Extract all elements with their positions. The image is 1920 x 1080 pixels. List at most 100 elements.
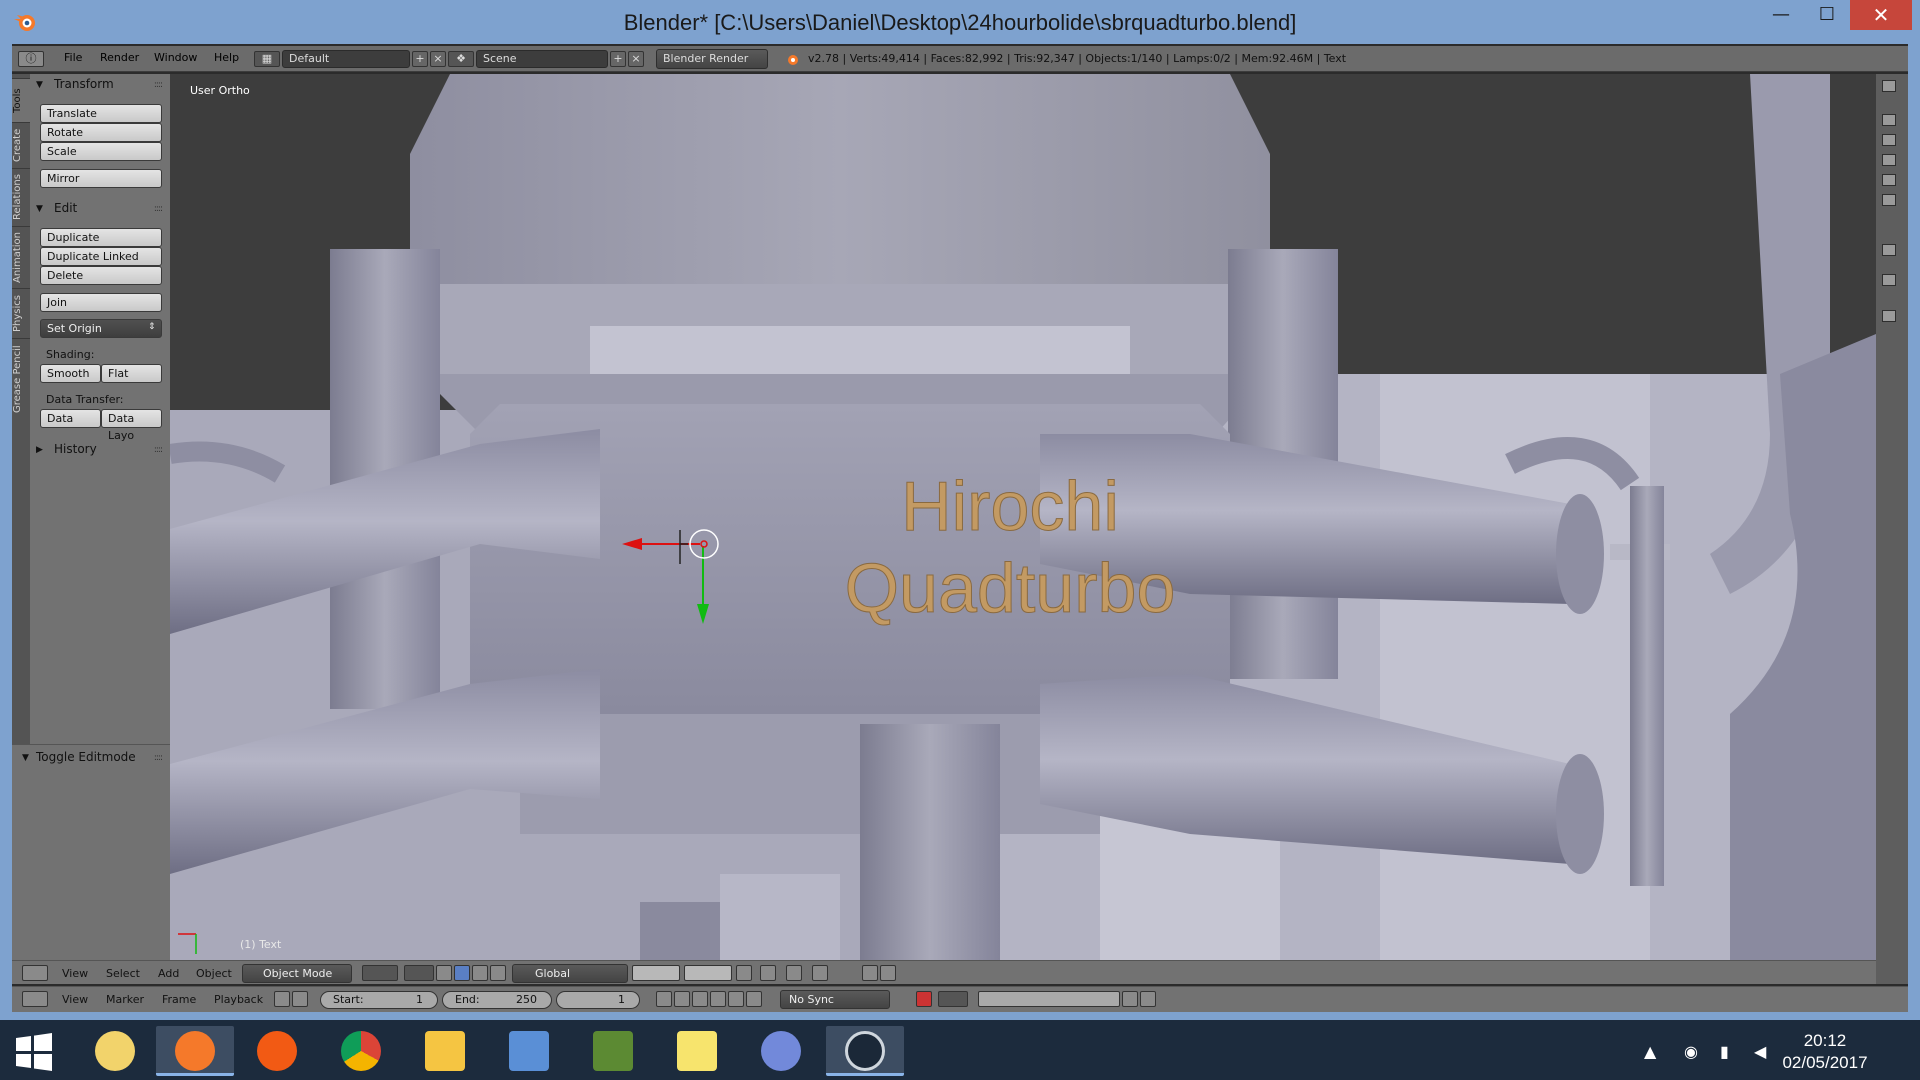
mesh-icon[interactable] (1882, 174, 1896, 186)
rotate-manipulator-icon[interactable] (472, 965, 488, 981)
tray-network-icon[interactable]: ▮ (1720, 1042, 1729, 1061)
lamp-icon[interactable] (1882, 154, 1896, 166)
taskbar-origin[interactable] (238, 1026, 316, 1076)
scene-icon[interactable]: ❖ (448, 51, 474, 67)
tab-physics[interactable]: Physics (12, 288, 30, 338)
taskbar-sticky-notes[interactable] (658, 1026, 736, 1076)
manipulator-toggle-icon[interactable] (436, 965, 452, 981)
history-panel-title[interactable]: History (54, 442, 97, 456)
rotate-button[interactable]: Rotate (40, 123, 162, 142)
clock[interactable]: 20:12 02/05/2017 (1770, 1030, 1880, 1074)
transform-panel-title[interactable]: Transform (54, 77, 114, 91)
menu-render[interactable]: Render (100, 51, 139, 64)
snap-icon[interactable] (786, 965, 802, 981)
tab-create[interactable]: Create (12, 122, 30, 168)
tab-grease-pencil[interactable]: Grease Pencil (12, 338, 30, 420)
layout-remove-icon[interactable]: × (430, 51, 446, 67)
keying-set-icon[interactable] (938, 991, 968, 1007)
render-icon[interactable] (862, 965, 878, 981)
scene-add-icon[interactable]: + (610, 51, 626, 67)
start-frame-field[interactable]: Start: 1 (320, 991, 438, 1009)
outliner-icon[interactable] (1882, 80, 1896, 92)
timeline-menu-frame[interactable]: Frame (162, 993, 196, 1006)
current-frame-field[interactable]: 1 (556, 991, 640, 1009)
play-icon[interactable] (710, 991, 726, 1007)
panel-grip-icon[interactable]: :::: (154, 753, 163, 763)
jump-keyframe-back-icon[interactable] (674, 991, 690, 1007)
tab-animation[interactable]: Animation (12, 226, 30, 288)
camera-icon[interactable] (1882, 134, 1896, 146)
taskbar-blender[interactable] (156, 1026, 234, 1076)
delete-button[interactable]: Delete (40, 266, 162, 285)
lock-range-icon[interactable] (292, 991, 308, 1007)
timeline-menu-playback[interactable]: Playback (214, 993, 263, 1006)
scale-manipulator-icon[interactable] (490, 965, 506, 981)
end-frame-field[interactable]: End: 250 (442, 991, 552, 1009)
taskbar-chrome[interactable] (322, 1026, 400, 1076)
keying-set-field[interactable] (978, 991, 1120, 1007)
tab-relations[interactable]: Relations (12, 168, 30, 226)
history-expand-icon[interactable]: ▶ (36, 445, 43, 455)
taskbar-app[interactable] (490, 1026, 568, 1076)
panel-grip-icon[interactable]: :::: (154, 204, 163, 214)
data-button[interactable]: Data (40, 409, 101, 428)
smooth-button[interactable]: Smooth (40, 364, 101, 383)
editor-type-info-button[interactable]: ⓘ (18, 51, 44, 67)
edit-collapse-icon[interactable]: ▼ (36, 204, 43, 214)
object-icon[interactable] (1882, 194, 1896, 206)
jump-end-icon[interactable] (746, 991, 762, 1007)
snap-element-icon[interactable] (812, 965, 828, 981)
pivot-icon[interactable] (404, 965, 434, 981)
maximize-button[interactable]: ☐ (1804, 0, 1850, 30)
taskbar-steam[interactable] (826, 1026, 904, 1076)
layers-grid-2[interactable] (684, 965, 732, 981)
proportional-edit-icon[interactable] (760, 965, 776, 981)
jump-keyframe-forward-icon[interactable] (728, 991, 744, 1007)
duplicate-linked-button[interactable]: Duplicate Linked (40, 247, 162, 266)
preview-range-icon[interactable] (274, 991, 290, 1007)
scene-field[interactable]: Scene (476, 50, 608, 68)
windows-start-icon[interactable] (14, 1032, 54, 1072)
tab-tools[interactable]: Tools (12, 78, 30, 122)
layout-icon[interactable]: ▦ (254, 51, 280, 67)
timeline-menu-view[interactable]: View (62, 993, 88, 1006)
sync-dropdown[interactable]: No Sync (780, 990, 890, 1009)
insert-keyframe-icon[interactable] (1122, 991, 1138, 1007)
layout-add-icon[interactable]: + (412, 51, 428, 67)
taskbar-discord[interactable] (742, 1026, 820, 1076)
delete-keyframe-icon[interactable] (1140, 991, 1156, 1007)
menu-window[interactable]: Window (154, 51, 197, 64)
editor-type-timeline-icon[interactable] (22, 991, 48, 1007)
transform-collapse-icon[interactable]: ▼ (36, 80, 43, 90)
mode-dropdown[interactable]: Object Mode (242, 964, 352, 983)
menu-object[interactable]: Object (196, 967, 232, 980)
shading-mode-icon[interactable] (362, 965, 398, 981)
scroll-arrows-icon[interactable] (1882, 310, 1896, 322)
data-layout-button[interactable]: Data Layo (101, 409, 162, 442)
orientation-dropdown[interactable]: Global (512, 964, 628, 983)
edit-panel-title[interactable]: Edit (54, 201, 77, 215)
tray-overflow-icon[interactable]: ▲ (1644, 1042, 1656, 1061)
render-animation-icon[interactable] (880, 965, 896, 981)
set-origin-dropdown[interactable]: Set Origin (40, 319, 162, 338)
toggle-editmode-collapse-icon[interactable]: ▼ (22, 753, 29, 763)
menu-view[interactable]: View (62, 967, 88, 980)
layout-field[interactable]: Default (282, 50, 410, 68)
render-layer-icon[interactable] (1882, 114, 1896, 126)
taskbar-file-explorer[interactable] (406, 1026, 484, 1076)
record-icon[interactable] (916, 991, 932, 1007)
duplicate-button[interactable]: Duplicate (40, 228, 162, 247)
layers-grid-1[interactable] (632, 965, 680, 981)
taskbar-minecraft[interactable] (574, 1026, 652, 1076)
taskbar-fallout-shelter[interactable] (76, 1026, 154, 1076)
panel-grip-icon[interactable]: :::: (154, 80, 163, 90)
timeline-menu-marker[interactable]: Marker (106, 993, 144, 1006)
scene-remove-icon[interactable]: × (628, 51, 644, 67)
play-reverse-icon[interactable] (692, 991, 708, 1007)
panel-grip-icon[interactable]: :::: (154, 445, 163, 455)
close-button[interactable]: ✕ (1850, 0, 1912, 30)
minimize-button[interactable]: — (1758, 0, 1804, 30)
scale-button[interactable]: Scale (40, 142, 162, 161)
mirror-button[interactable]: Mirror (40, 169, 162, 188)
3d-viewport[interactable]: User Ortho Hirochi Quadturbo (1) Text (170, 74, 1876, 960)
